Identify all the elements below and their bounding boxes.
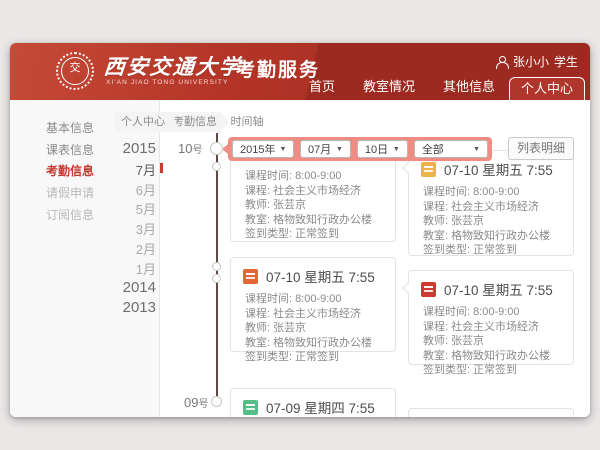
chevron-down-icon: ▼: [393, 146, 400, 153]
day-marker-09: 09号: [184, 395, 208, 410]
card-line: 课程时间:8:00-9:00: [245, 169, 387, 184]
date-filter-bar: 2015年▼ 07月▼ 10日▼ 全部▼: [228, 137, 492, 161]
rail-year-2013[interactable]: 2013: [70, 299, 156, 316]
chevron-down-icon: ▼: [473, 146, 480, 153]
rail-month-july[interactable]: 7月: [70, 160, 156, 179]
scope-dropdown[interactable]: 全部▼: [414, 140, 488, 158]
card-line: 教师:张芸京: [245, 198, 387, 213]
attendance-card-partial[interactable]: [408, 408, 574, 417]
user-info[interactable]: 张小小 学生: [496, 53, 578, 70]
rail-year-2014[interactable]: 2014: [70, 279, 156, 296]
card-line: 签到类型:正常签到: [245, 350, 387, 365]
card-line: 教室:格物致知行政办公楼: [245, 213, 387, 228]
university-name-en: XI'AN JIAO TONG UNIVERSITY: [106, 79, 228, 86]
status-early-leave-icon: [243, 269, 258, 284]
attendance-card[interactable]: 07-09 星期四 7:55: [230, 388, 396, 417]
timeline-dot[interactable]: [211, 396, 222, 407]
timeline-dot-selected[interactable]: [210, 142, 223, 155]
rail-month-june[interactable]: 6月: [70, 180, 156, 199]
card-line: 课程:社会主义市场经济: [423, 200, 565, 215]
chevron-down-icon: ▼: [279, 146, 286, 153]
card-title: 07-09 星期四 7:55: [266, 397, 375, 417]
app-header: 交 西安交通大学 XI'AN JIAO TONG UNIVERSITY 考勤服务…: [10, 43, 590, 100]
card-line: 课程时间:8:00-9:00: [423, 185, 565, 200]
day-marker-10: 10号: [178, 141, 202, 156]
attendance-card[interactable]: 07-10 星期五 7:55 课程时间:8:00-9:00 课程:社会主义市场经…: [408, 150, 574, 256]
attendance-card[interactable]: 07-10 星期五 7:55 课程时间:8:00-9:00 课程:社会主义市场经…: [230, 257, 396, 352]
card-line: 课程时间:8:00-9:00: [245, 292, 387, 307]
nav-personal-center-active-tab[interactable]: 个人中心: [509, 77, 585, 100]
rail-month-march[interactable]: 3月: [70, 219, 156, 238]
nav-home[interactable]: 首页: [295, 78, 349, 100]
card-line: 课程:社会主义市场经济: [245, 184, 387, 199]
rail-month-february[interactable]: 2月: [70, 239, 156, 258]
year-dropdown[interactable]: 2015年▼: [232, 140, 294, 158]
nav-other-info[interactable]: 其他信息: [429, 78, 509, 100]
card-line: 课程:社会主义市场经济: [245, 307, 387, 322]
timeline-dot[interactable]: [212, 262, 221, 271]
card-line: 签到类型:正常签到: [423, 363, 565, 378]
university-name-zh: 西安交通大学: [103, 51, 244, 81]
card-line: 教师:张芸京: [423, 334, 565, 349]
chevron-down-icon: ▼: [336, 146, 343, 153]
card-line: 教室:格物致知行政办公楼: [423, 229, 565, 244]
card-line: 教室:格物致知行政办公楼: [423, 349, 565, 364]
user-role: 学生: [554, 53, 578, 70]
card-line: 课程:社会主义市场经济: [423, 320, 565, 335]
app-window: 交 西安交通大学 XI'AN JIAO TONG UNIVERSITY 考勤服务…: [10, 43, 590, 417]
sidebar-item-basic-info[interactable]: 基本信息: [46, 119, 94, 136]
user-name: 张小小: [513, 53, 549, 70]
timeline-dot[interactable]: [212, 274, 221, 283]
card-line: 签到类型:正常签到: [245, 227, 387, 242]
card-line: 签到类型:正常签到: [423, 243, 565, 258]
main-nav: 首页 教室情况 其他信息 个人中心: [295, 77, 585, 100]
attendance-card[interactable]: 07-10 星期五 7:55 课程时间:8:00-9:00 课程:社会主义市场经…: [408, 270, 574, 365]
breadcrumb-personal-center[interactable]: 个人中心: [115, 112, 177, 132]
card-line: 教师:张芸京: [423, 214, 565, 229]
timeline-dot[interactable]: [212, 162, 221, 171]
rail-year-2015[interactable]: 2015: [70, 140, 156, 157]
month-dropdown[interactable]: 07月▼: [300, 140, 351, 158]
status-normal-icon: [243, 400, 258, 415]
card-title: 07-10 星期五 7:55: [444, 279, 553, 299]
day-dropdown[interactable]: 10日▼: [357, 140, 408, 158]
list-detail-button[interactable]: 列表明细: [508, 137, 574, 160]
person-icon: [496, 56, 508, 68]
card-line: 课程时间:8:00-9:00: [423, 305, 565, 320]
status-late-icon: [421, 162, 436, 177]
card-title: 07-10 星期五 7:55: [266, 266, 375, 286]
university-logo-icon: 交: [56, 52, 94, 90]
nav-classroom[interactable]: 教室情况: [349, 78, 429, 100]
card-line: 教师:张芸京: [245, 321, 387, 336]
university-logo-glyph: 交: [58, 61, 92, 75]
status-absent-icon: [421, 282, 436, 297]
content-area: 基本信息 课表信息 考勤信息 请假申请 订阅信息 个人中心 考勤信息 时间轴 2…: [10, 100, 590, 417]
card-title: 07-10 星期五 7:55: [444, 159, 553, 179]
rail-month-january[interactable]: 1月: [70, 259, 156, 278]
card-line: 教室:格物致知行政办公楼: [245, 336, 387, 351]
rail-month-may[interactable]: 5月: [70, 199, 156, 218]
